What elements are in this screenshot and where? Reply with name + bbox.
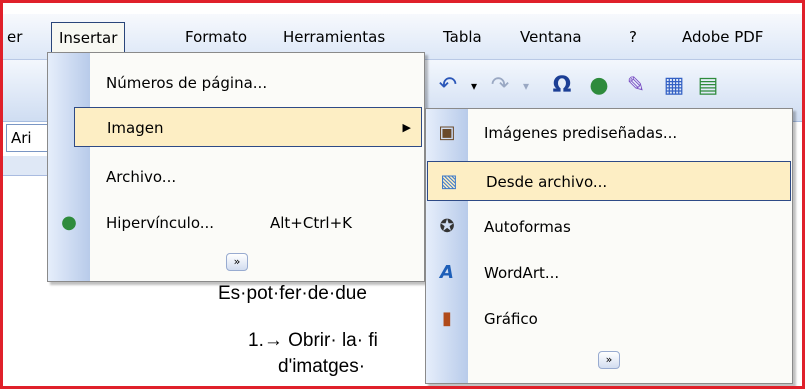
hyperlink-globe-icon[interactable]: ● [585, 72, 613, 100]
menu-item-page-numbers[interactable]: Números de página... [48, 63, 424, 103]
menu-formato[interactable]: Formato [178, 22, 254, 52]
menu-item-clipart[interactable]: ▣ Imágenes prediseñadas... [426, 113, 792, 153]
menu-item-label: WordArt... [484, 264, 560, 282]
menu-item-wordart[interactable]: A WordArt... [426, 253, 792, 293]
expand-glyph: » [233, 255, 241, 268]
chart-icon: ▮ [442, 308, 452, 329]
menu-item-desde-archivo[interactable]: ▧ Desde archivo... [427, 161, 791, 201]
picture-from-file-icon: ▧ [440, 171, 458, 192]
autoshapes-icon: ✪ [439, 216, 455, 237]
menu-item-autoformas[interactable]: ✪ Autoformas [426, 207, 792, 247]
menu-label: er [7, 28, 23, 46]
menu-insertar[interactable]: Insertar [51, 22, 126, 54]
menu-ventana[interactable]: Ventana [513, 22, 589, 52]
expand-glyph: » [605, 353, 613, 366]
insert-excel-icon[interactable]: ▤ [694, 72, 722, 100]
undo-dropdown-icon[interactable]: ▾ [460, 72, 488, 100]
insert-symbol-icon[interactable]: Ω [548, 72, 576, 100]
menu-item-label: Números de página... [106, 74, 268, 92]
hyperlink-globe-icon: ● [61, 212, 77, 233]
document-text-line-2: 1.→ Obrir· la· fi [248, 330, 378, 351]
menu-item-archivo[interactable]: Archivo... [48, 157, 424, 197]
insert-table-icon[interactable]: ▦ [660, 72, 688, 100]
menu-item-grafico[interactable]: ▮ Gráfico [426, 299, 792, 339]
menu-item-hipervinculo[interactable]: ● Hipervínculo... Alt+Ctrl+K [48, 203, 424, 243]
menu-tabla[interactable]: Tabla [436, 22, 489, 52]
menu-item-shortcut: Alt+Ctrl+K [270, 214, 352, 232]
expand-menu-icon[interactable]: » [598, 351, 620, 369]
menu-label: Adobe PDF [682, 28, 764, 46]
expand-menu-icon[interactable]: » [226, 253, 248, 271]
redo-icon[interactable]: ↷ [486, 72, 514, 100]
redo-dropdown-icon[interactable]: ▾ [512, 72, 540, 100]
menu-item-label: Hipervínculo... [106, 214, 215, 232]
menu-ver[interactable]: er [0, 22, 29, 52]
menu-label: Formato [185, 28, 248, 46]
menu-label: Ventana [520, 28, 582, 46]
menu-item-label: Gráfico [484, 310, 538, 328]
image-submenu: ▣ Imágenes prediseñadas... ▧ Desde archi… [425, 108, 793, 384]
submenu-arrow-icon: ▶ [402, 121, 411, 134]
menu-label: Insertar [59, 29, 118, 47]
edit-document-icon[interactable]: ✎ [622, 72, 650, 100]
menu-label: ? [629, 28, 637, 46]
font-name-text: Ari [11, 129, 32, 147]
menu-item-label: Archivo... [106, 168, 177, 186]
menu-adobe-pdf[interactable]: Adobe PDF [675, 22, 770, 52]
undo-icon[interactable]: ↶ [434, 72, 462, 100]
menu-help[interactable]: ? [622, 22, 644, 52]
clipart-icon: ▣ [438, 122, 456, 143]
wordart-icon: A [440, 262, 454, 283]
menu-label: Herramientas [283, 28, 386, 46]
document-text-line-3: d'imatges· [278, 356, 366, 377]
document-text-line-1: Es·pot·fer·de·due [218, 283, 367, 304]
menu-item-label: Imagen [107, 119, 164, 137]
menu-item-label: Imágenes prediseñadas... [484, 124, 678, 142]
menu-item-label: Desde archivo... [486, 173, 608, 191]
insert-menu: Números de página... Imagen ▶ Archivo...… [47, 52, 425, 282]
menu-item-imagen[interactable]: Imagen ▶ [74, 107, 422, 147]
menu-label: Tabla [443, 28, 482, 46]
menu-herramientas[interactable]: Herramientas [276, 22, 392, 52]
ruler [0, 156, 50, 176]
menu-item-label: Autoformas [484, 218, 571, 236]
